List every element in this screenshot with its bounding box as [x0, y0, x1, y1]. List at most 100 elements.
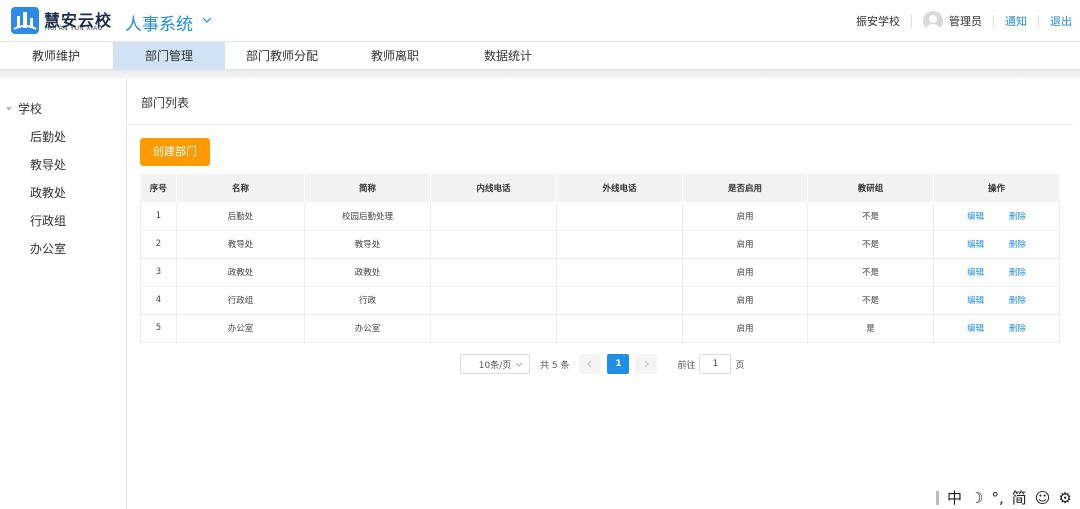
nav-teacher-resignation[interactable]: 教师离职 [339, 42, 451, 70]
cell-name: 行政组 [176, 286, 305, 315]
ime-toolbar: 中 ☽ °, 简 ☺ ⚙ [932, 487, 1080, 509]
tree-root-school[interactable]: 学校 [6, 100, 42, 117]
cell-short: 行政 [304, 286, 431, 315]
moon-icon[interactable]: ☽ [970, 487, 983, 509]
notice-link[interactable]: 通知 [1005, 13, 1027, 29]
column-header: 内线电话 [430, 174, 557, 202]
edit-link[interactable]: 编辑 [967, 268, 984, 278]
table-row: 4 行政组 行政 启用 不是 编辑 删除 [140, 286, 1060, 315]
table-row: 1 后勤处 校园后勤处理 启用 不是 编辑 删除 [140, 202, 1060, 231]
cell-no: 1 [140, 202, 177, 231]
ime-simplified[interactable]: 简 [1012, 487, 1027, 509]
cell-research: 不是 [807, 286, 934, 315]
page-size-select[interactable]: 10条/页 [460, 354, 530, 374]
cell-name: 政教处 [176, 258, 305, 287]
column-header: 教研组 [807, 174, 934, 202]
divider [993, 14, 994, 28]
page-size-value[interactable]: 10条/页 [479, 358, 512, 371]
avatar[interactable] [923, 11, 943, 31]
chevron-right-icon[interactable] [642, 360, 650, 368]
column-header: 是否启用 [682, 174, 808, 202]
cell-outer-phone [556, 230, 683, 259]
cell-short: 政教处 [304, 258, 431, 287]
nav-teacher-maintenance[interactable]: 教师维护 [0, 42, 112, 70]
system-title[interactable]: 人事系统 [125, 10, 193, 35]
school-name: 振安学校 [856, 15, 900, 28]
department-table: 序号 名称 简称 内线电话 外线电话 是否启用 教研组 操作 1 后勤处 校园后 [140, 174, 1060, 343]
punctuation-icon[interactable]: °, [991, 487, 1003, 509]
logo-icon [11, 7, 39, 34]
emoji-icon[interactable]: ☺ [1035, 487, 1051, 509]
table-header-row: 序号 名称 简称 内线电话 外线电话 是否启用 教研组 操作 [140, 174, 1060, 202]
tree-item[interactable]: 教导处 [30, 156, 66, 173]
cell-actions: 编辑 删除 [933, 258, 1060, 287]
total-count: 共 5 条 [540, 360, 570, 371]
cell-actions: 编辑 删除 [933, 230, 1060, 259]
chevron-down-icon[interactable] [201, 14, 213, 26]
department-tree: 学校 后勤处 教导处 政教处 行政组 办公室 [0, 78, 127, 509]
expand-arrow-icon[interactable] [6, 106, 12, 111]
cell-no: 3 [140, 258, 177, 287]
cell-enabled: 启用 [682, 202, 808, 231]
delete-link[interactable]: 删除 [1009, 296, 1026, 306]
cell-enabled: 启用 [682, 314, 808, 343]
cell-actions: 编辑 删除 [933, 202, 1060, 231]
next-page-button[interactable] [635, 354, 658, 374]
cell-outer-phone [556, 286, 683, 315]
ime-chinese-mode[interactable]: 中 [947, 487, 962, 509]
goto-suffix: 页 [735, 360, 745, 371]
cell-research: 不是 [807, 230, 934, 259]
column-header: 名称 [176, 174, 305, 202]
logo-subtext: HUI AN YUN XIAO [45, 26, 103, 32]
edit-link[interactable]: 编辑 [967, 240, 984, 250]
delete-link[interactable]: 删除 [1009, 324, 1026, 334]
delete-link[interactable]: 删除 [1009, 268, 1026, 278]
nav-statistics[interactable]: 数据统计 [452, 42, 564, 70]
cell-short: 校园后勤处理 [304, 202, 431, 231]
divider [127, 124, 1074, 125]
edit-link[interactable]: 编辑 [967, 212, 984, 222]
logout-link[interactable]: 退出 [1050, 13, 1072, 29]
cell-short: 办公室 [304, 314, 431, 343]
top-nav: 教师维护 部门管理 部门教师分配 教师离职 数据统计 [0, 42, 1080, 70]
cell-inner-phone [430, 202, 557, 231]
edit-link[interactable]: 编辑 [967, 324, 984, 334]
user-name[interactable]: 管理员 [949, 13, 982, 29]
cell-no: 4 [140, 286, 177, 315]
edit-link[interactable]: 编辑 [967, 296, 984, 306]
table-row: 5 办公室 办公室 启用 是 编辑 删除 [140, 314, 1060, 343]
cell-name: 办公室 [176, 314, 305, 343]
nav-department-management[interactable]: 部门管理 [113, 42, 225, 70]
cell-outer-phone [556, 314, 683, 343]
delete-link[interactable]: 删除 [1009, 212, 1026, 222]
delete-link[interactable]: 删除 [1009, 240, 1026, 250]
panel-title: 部门列表 [141, 96, 190, 110]
chevron-left-icon[interactable] [586, 360, 594, 368]
cell-inner-phone [430, 286, 557, 315]
chevron-down-icon[interactable] [515, 360, 523, 368]
tree-item[interactable]: 政教处 [30, 184, 66, 201]
create-department-button[interactable]: 创建部门 [140, 138, 210, 166]
column-header: 序号 [140, 174, 177, 202]
column-header: 外线电话 [556, 174, 683, 202]
ime-drag-handle[interactable] [936, 491, 939, 505]
settings-icon[interactable]: ⚙ [1058, 487, 1071, 509]
cell-actions: 编辑 删除 [933, 286, 1060, 315]
cell-inner-phone [430, 230, 557, 259]
pagination: 10条/页 共 5 条 1 前往 1 页 [460, 354, 744, 374]
cell-enabled: 启用 [682, 258, 808, 287]
prev-page-button[interactable] [579, 354, 602, 374]
cell-enabled: 启用 [682, 286, 808, 315]
cell-no: 2 [140, 230, 177, 259]
cell-enabled: 启用 [682, 230, 808, 259]
cell-actions: 编辑 删除 [933, 314, 1060, 343]
nav-divider [0, 70, 1080, 78]
tree-item[interactable]: 办公室 [30, 240, 66, 257]
top-header: 慧安云校 HUI AN YUN XIAO 人事系统 振安学校 管理员 通知 退出 [0, 0, 1080, 42]
tree-item[interactable]: 后勤处 [30, 128, 66, 145]
goto-page-input[interactable]: 1 [699, 354, 732, 374]
nav-department-assignment[interactable]: 部门教师分配 [226, 42, 338, 70]
tree-item[interactable]: 行政组 [30, 212, 66, 229]
page-number-current[interactable]: 1 [607, 354, 630, 374]
tree-root-label[interactable]: 学校 [18, 100, 42, 117]
